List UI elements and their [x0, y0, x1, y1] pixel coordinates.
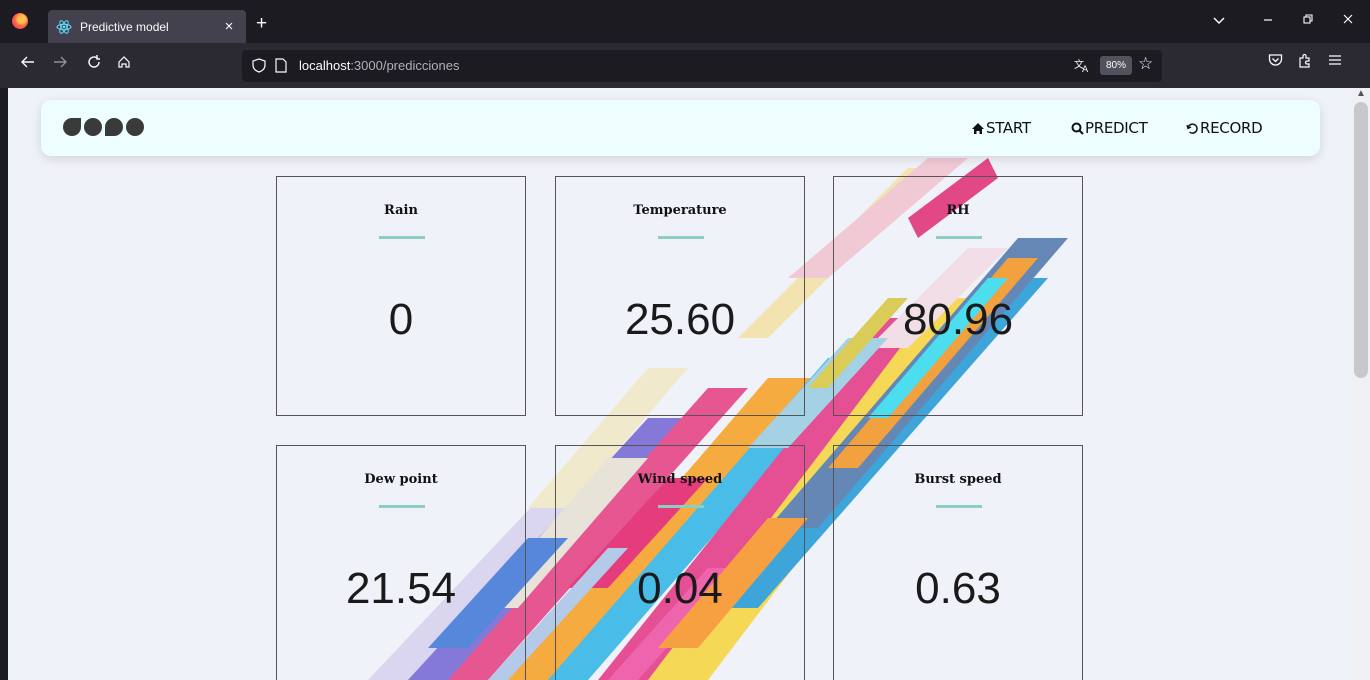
chevron-down-icon[interactable]	[1207, 12, 1231, 28]
url-bar[interactable]: localhost:3000/predicciones 文A 80% ☆	[242, 50, 1162, 82]
nav-predict-label: PREDICT	[1085, 119, 1148, 137]
close-icon[interactable]	[1336, 12, 1360, 28]
reload-icon[interactable]	[82, 55, 106, 75]
url-text[interactable]: localhost:3000/predicciones	[299, 58, 459, 73]
page-scrollbar[interactable]: ▲	[1352, 88, 1370, 680]
card-title: Temperature	[633, 203, 727, 218]
search-icon	[1071, 122, 1084, 135]
nav-record[interactable]: RECORD	[1186, 119, 1263, 137]
nav-start-label: START	[986, 119, 1031, 137]
svg-text:A: A	[1082, 65, 1089, 73]
nav-start[interactable]: START	[971, 119, 1031, 137]
back-icon[interactable]	[16, 55, 40, 75]
url-host: localhost	[299, 58, 351, 73]
card-divider	[658, 236, 704, 239]
card-burst-speed: Burst speed 0.63	[833, 445, 1083, 680]
card-divider	[379, 236, 425, 239]
card-rh: RH 80.96	[833, 176, 1083, 416]
card-value: 0.04	[637, 564, 723, 613]
browser-titlebar: Predictive model × +	[0, 0, 1370, 43]
zoom-level-badge[interactable]: 80%	[1100, 56, 1133, 75]
translate-icon[interactable]: 文A	[1074, 57, 1090, 76]
home-icon[interactable]	[112, 55, 136, 75]
menu-icon[interactable]	[1324, 53, 1346, 72]
card-title: RH	[946, 203, 970, 218]
scroll-up-icon[interactable]: ▲	[1356, 88, 1366, 99]
shield-icon[interactable]	[252, 58, 266, 78]
star-icon[interactable]: ☆	[1138, 54, 1153, 74]
card-title: Wind speed	[637, 472, 723, 487]
site-logo[interactable]	[63, 118, 144, 136]
page-icon[interactable]	[275, 58, 287, 78]
tab-title: Predictive model	[80, 19, 169, 34]
history-icon	[1186, 122, 1198, 134]
card-value: 0	[388, 295, 414, 344]
card-rain: Rain 0	[276, 176, 526, 416]
forward-icon[interactable]	[48, 55, 72, 75]
card-dew-point: Dew point 21.54	[276, 445, 526, 680]
minimize-icon[interactable]	[1256, 12, 1280, 28]
card-divider	[936, 236, 982, 239]
card-title: Rain	[384, 203, 418, 218]
url-path: :3000/predicciones	[350, 58, 460, 73]
card-wind-speed: Wind speed 0.04	[555, 445, 805, 680]
card-divider	[658, 505, 704, 508]
page-viewport: START PREDICT RECORD Rain 0 Temperature …	[8, 88, 1352, 680]
new-tab-button[interactable]: +	[256, 14, 267, 33]
firefox-logo-icon[interactable]	[12, 13, 28, 29]
home-icon	[972, 122, 984, 134]
nav-record-label: RECORD	[1200, 119, 1263, 137]
card-value: 21.54	[345, 564, 457, 613]
site-header: START PREDICT RECORD	[41, 100, 1320, 156]
card-temperature: Temperature 25.60	[555, 176, 805, 416]
card-divider	[936, 505, 982, 508]
card-value: 80.96	[902, 295, 1014, 344]
card-value: 25.60	[624, 295, 736, 344]
restore-icon[interactable]	[1296, 12, 1320, 28]
card-title: Burst speed	[914, 472, 1002, 487]
pocket-icon[interactable]	[1264, 53, 1286, 72]
card-title: Dew point	[364, 472, 438, 487]
scrollbar-thumb[interactable]	[1354, 102, 1368, 378]
react-icon	[56, 19, 72, 35]
card-value: 0.63	[915, 564, 1001, 613]
card-divider	[379, 505, 425, 508]
browser-tab[interactable]: Predictive model ×	[48, 10, 246, 43]
tab-close-icon[interactable]: ×	[220, 18, 238, 35]
extensions-icon[interactable]	[1294, 53, 1316, 74]
nav-predict[interactable]: PREDICT	[1071, 119, 1148, 137]
